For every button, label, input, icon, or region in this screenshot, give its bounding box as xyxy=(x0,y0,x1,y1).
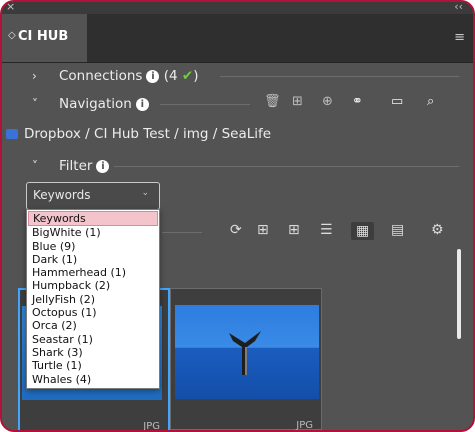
card-icon[interactable]: ▤ xyxy=(391,222,404,238)
connections-row[interactable]: › Connections i (4 ✔) xyxy=(2,62,473,90)
section-rule xyxy=(160,104,250,105)
toolbar-rule xyxy=(162,232,202,233)
dropdown-option[interactable]: Dark (1) xyxy=(27,253,159,266)
filter-label: Filter i xyxy=(59,158,110,174)
dropdown-option[interactable]: Keywords xyxy=(28,211,158,227)
chevron-down-icon[interactable]: ˅ xyxy=(32,97,38,111)
grid-plus-icon[interactable]: ⊞ xyxy=(288,222,300,238)
dropdown-option[interactable]: Humpback (2) xyxy=(27,279,159,292)
connections-label: Connections i (4 ✔) xyxy=(59,68,199,84)
list-icon[interactable]: ☰ xyxy=(320,222,333,238)
link-icon[interactable]: ⚭ xyxy=(352,94,363,109)
dropdown-option[interactable]: Blue (9) xyxy=(27,240,159,253)
filter-row[interactable]: ˅ Filter i xyxy=(2,152,473,180)
navigation-row[interactable]: ˅ Navigation i 🗑 ⊞ ⊕ ⚭ ▭ ⌕ xyxy=(2,90,473,118)
zoom-icon[interactable]: ⊕ xyxy=(322,94,333,109)
scrollbar[interactable] xyxy=(457,249,461,339)
refresh-icon[interactable]: ⟳ xyxy=(230,222,242,238)
collapse-icon[interactable]: ‹‹ xyxy=(454,2,463,13)
dropdown-option[interactable]: Octopus (1) xyxy=(27,306,159,319)
file-type-badge: JPG xyxy=(296,420,313,431)
ci-hub-panel: × ‹‹ ◇ CI HUB ≡ › Connections i (4 ✔) ˅ N… xyxy=(0,0,475,432)
dropdown-option[interactable]: Hammerhead (1) xyxy=(27,266,159,279)
info-icon[interactable]: i xyxy=(96,160,110,173)
keywords-select-value: Keywords xyxy=(33,188,91,202)
check-icon: ✔ xyxy=(181,68,194,84)
asset-thumbnail[interactable]: JPG xyxy=(170,288,322,430)
info-icon[interactable]: i xyxy=(146,70,160,83)
keywords-dropdown[interactable]: Keywords BigWhite (1) Blue (9) Dark (1) … xyxy=(26,209,160,389)
file-type-badge: JPG xyxy=(143,421,160,432)
chevron-down-icon: ⌄ xyxy=(141,188,149,198)
grid-large-icon[interactable]: ▦ xyxy=(351,222,375,240)
whale-tail-icon xyxy=(229,331,261,375)
hamburger-icon[interactable]: ≡ xyxy=(454,30,465,45)
window-strip: × ‹‹ xyxy=(2,2,473,14)
search-icon[interactable]: ⌕ xyxy=(427,94,434,109)
dropdown-option[interactable]: Whales (4) xyxy=(27,373,159,386)
grid-small-icon[interactable]: ⊞ xyxy=(257,222,269,238)
panel-tabbar: ◇ CI HUB ≡ xyxy=(2,14,473,63)
navigation-label: Navigation i xyxy=(59,96,149,112)
dropdown-option[interactable]: JellyFish (2) xyxy=(27,293,159,306)
tab-title: CI HUB xyxy=(18,29,69,44)
folder-icon[interactable]: ▭ xyxy=(391,94,403,109)
settings-icon[interactable]: ⚙ xyxy=(431,222,444,238)
thumbnail-image xyxy=(175,305,319,399)
dropdown-option[interactable]: Seastar (1) xyxy=(27,333,159,346)
chevron-right-icon[interactable]: › xyxy=(32,69,37,83)
chevron-down-icon[interactable]: ˅ xyxy=(32,159,38,173)
close-icon[interactable]: × xyxy=(6,2,15,13)
dropdown-option[interactable]: BigWhite (1) xyxy=(27,226,159,239)
dropbox-icon xyxy=(6,129,18,139)
dropdown-option[interactable]: Orca (2) xyxy=(27,319,159,332)
trash-icon[interactable]: 🗑 xyxy=(264,94,281,109)
info-icon[interactable]: i xyxy=(135,98,149,111)
section-rule xyxy=(220,76,459,77)
dropdown-option[interactable]: Shark (3) xyxy=(27,346,159,359)
keywords-select[interactable]: Keywords ⌄ xyxy=(26,182,160,210)
tab-diamond-icon: ◇ xyxy=(8,30,16,41)
section-rule xyxy=(114,166,459,167)
plus-box-icon[interactable]: ⊞ xyxy=(292,94,303,109)
breadcrumb[interactable]: Dropbox / CI Hub Test / img / SeaLife xyxy=(24,126,271,142)
dropdown-option[interactable]: Turtle (1) xyxy=(27,359,159,372)
tab-ci-hub[interactable]: ◇ CI HUB xyxy=(2,14,87,62)
